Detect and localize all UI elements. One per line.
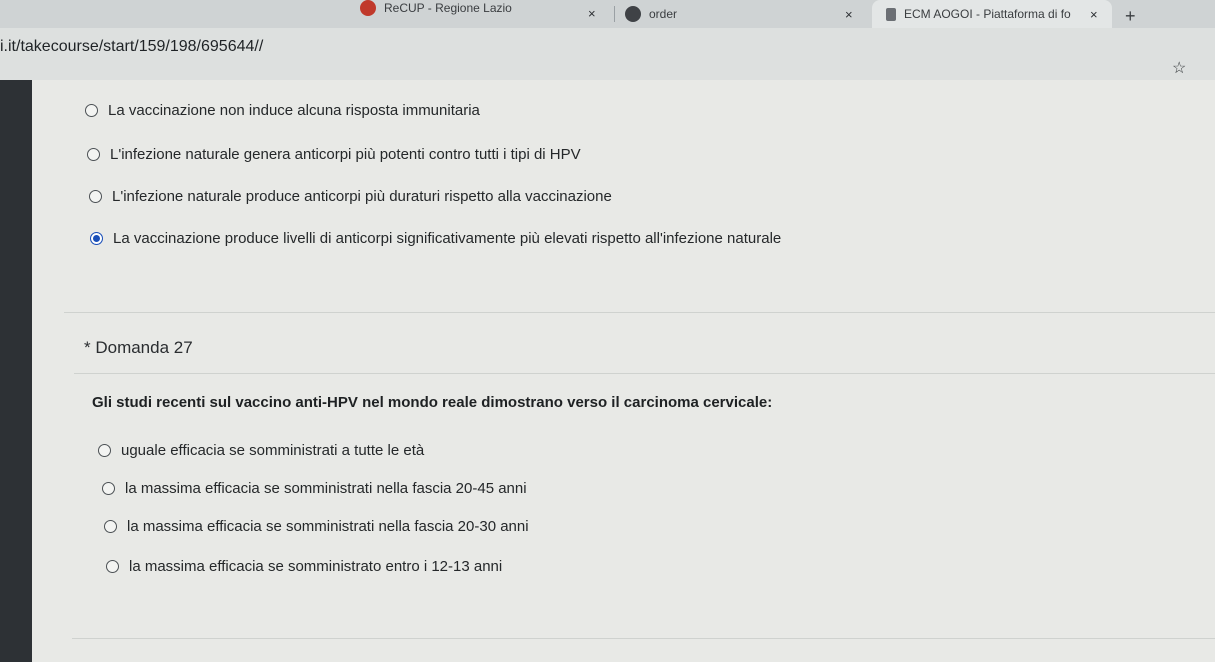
tab-title: ECM AOGOI - Piattaforma di fo [904, 7, 1071, 21]
close-icon[interactable]: × [1090, 7, 1098, 22]
screen: ReCUP - Regione Lazio × order × ECM AOGO… [0, 0, 1215, 662]
answer-option[interactable]: La vaccinazione non induce alcuna rispos… [85, 102, 480, 119]
question-text: Gli studi recenti sul vaccino anti-HPV n… [92, 394, 773, 411]
radio-button[interactable] [102, 482, 115, 495]
tab-order[interactable]: order × [625, 0, 865, 28]
tab-separator [614, 6, 615, 22]
radio-button[interactable] [106, 560, 119, 573]
option-label: La vaccinazione non induce alcuna rispos… [108, 102, 480, 119]
close-icon[interactable]: × [845, 7, 853, 22]
answer-option[interactable]: la massima efficacia se somministrato en… [106, 558, 502, 575]
radio-button[interactable] [85, 104, 98, 117]
answer-option[interactable]: uguale efficacia se somministrati a tutt… [98, 442, 424, 459]
option-label: L'infezione naturale genera anticorpi pi… [110, 146, 581, 163]
url-text[interactable]: i.it/takecourse/start/159/198/695644// [0, 38, 263, 56]
answer-option[interactable]: L'infezione naturale genera anticorpi pi… [87, 146, 581, 163]
tab-title: order [649, 7, 678, 21]
option-label: uguale efficacia se somministrati a tutt… [121, 442, 425, 459]
tab-ecm-aogoi[interactable]: ECM AOGOI - Piattaforma di fo × [872, 0, 1112, 28]
answer-option[interactable]: la massima efficacia se somministrati ne… [104, 518, 529, 535]
new-tab-button[interactable]: + [1125, 6, 1136, 27]
divider [72, 638, 1215, 639]
radio-button[interactable] [89, 190, 102, 203]
radio-button-selected[interactable] [90, 232, 103, 245]
quiz-content: La vaccinazione non induce alcuna rispos… [32, 80, 1215, 662]
address-bar[interactable]: i.it/takecourse/start/159/198/695644// ☆ [0, 28, 1215, 80]
option-label: La vaccinazione produce livelli di antic… [113, 230, 782, 247]
radio-button[interactable] [104, 520, 117, 533]
tab-title: ReCUP - Regione Lazio [384, 1, 512, 15]
screen-bezel [0, 80, 32, 662]
tab-recup[interactable]: ReCUP - Regione Lazio × [360, 0, 610, 22]
divider [74, 373, 1215, 374]
answer-option[interactable]: la massima efficacia se somministrati ne… [102, 480, 527, 497]
question-number: * Domanda 27 [84, 338, 193, 357]
option-label: L'infezione naturale produce anticorpi p… [112, 188, 612, 205]
tab-strip: ReCUP - Regione Lazio × order × ECM AOGO… [0, 0, 1215, 28]
document-icon [886, 7, 896, 21]
option-label: la massima efficacia se somministrati ne… [127, 518, 529, 535]
option-label: la massima efficacia se somministrati ne… [125, 480, 527, 497]
radio-button[interactable] [98, 444, 111, 457]
globe-icon [625, 6, 641, 22]
recup-favicon-icon [360, 0, 376, 16]
divider [64, 312, 1215, 313]
bookmark-star-icon[interactable]: ☆ [1172, 58, 1186, 78]
answer-option-selected[interactable]: La vaccinazione produce livelli di antic… [90, 230, 781, 247]
close-icon[interactable]: × [588, 6, 596, 21]
radio-button[interactable] [87, 148, 100, 161]
option-label: la massima efficacia se somministrato en… [129, 558, 503, 575]
answer-option[interactable]: L'infezione naturale produce anticorpi p… [89, 188, 612, 205]
